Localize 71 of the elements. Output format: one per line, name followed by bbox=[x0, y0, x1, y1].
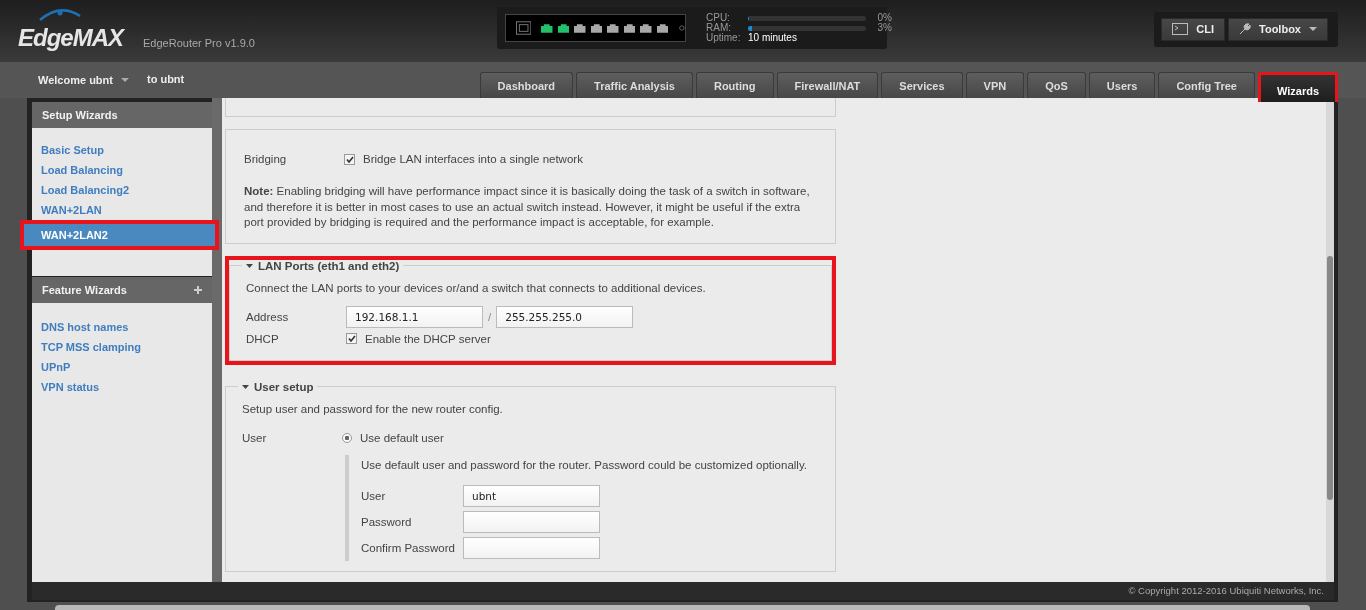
hint-text: Use default user and password for the router. Password could be customized optionally. bbox=[361, 458, 808, 471]
stat-label: RAM: bbox=[706, 23, 732, 33]
wrench-icon bbox=[1239, 23, 1252, 35]
sidebar-item[interactable]: WAN+2LAN2 bbox=[20, 220, 219, 250]
ip-field[interactable]: 192.168.1.1 bbox=[346, 305, 483, 328]
console-port-icon bbox=[516, 21, 532, 35]
nav-tab[interactable]: Routing bbox=[695, 72, 774, 98]
sidebar-title: Setup Wizards bbox=[42, 109, 118, 121]
description-text: Setup user and password for the new router config. bbox=[242, 402, 504, 415]
user-text: to ubnt bbox=[147, 73, 185, 85]
field-label: DHCP bbox=[246, 332, 280, 345]
footer-text: © Copyright 2012-2016 Ubiquiti Networks, Inc. bbox=[32, 582, 1334, 600]
nav-tab[interactable]: Traffic Analysis bbox=[576, 72, 693, 98]
section-legend[interactable]: LAN Ports (eth1 and eth2) bbox=[242, 259, 404, 272]
sidebar-item[interactable]: Load Balancing bbox=[32, 160, 212, 180]
description-text: Connect the LAN ports to your devices or/and a switch that connects to additional devices. bbox=[246, 281, 707, 294]
nav-tab[interactable]: Users bbox=[1088, 72, 1156, 98]
sidebar-item[interactable]: TCP MSS clamping bbox=[32, 337, 212, 357]
sidebar-title: Feature Wizards bbox=[42, 284, 127, 296]
scrollbar-thumb[interactable] bbox=[1327, 256, 1333, 500]
nav-tab[interactable]: Config Tree bbox=[1158, 72, 1255, 98]
sidebar-item[interactable]: WAN+2LAN bbox=[32, 200, 212, 220]
checkbox-label: Bridge LAN interfaces into a single network bbox=[363, 153, 583, 165]
plus-icon bbox=[194, 286, 202, 294]
stat-label: Uptime: bbox=[706, 33, 742, 43]
checkmark-icon bbox=[345, 155, 354, 163]
field-label: Password bbox=[361, 515, 413, 528]
product-name: EdgeRouter Pro v1.9.0 bbox=[143, 37, 255, 49]
status-led-icon bbox=[679, 25, 685, 31]
sidebar-item[interactable]: VPN status bbox=[32, 377, 212, 397]
sidebar-item[interactable]: Basic Setup bbox=[32, 140, 212, 160]
uptime-value: 10 minutes bbox=[748, 33, 797, 43]
input-field[interactable] bbox=[463, 510, 600, 533]
field-label: Bridging bbox=[244, 153, 288, 165]
sidebar-item[interactable]: UPnP bbox=[32, 357, 212, 377]
caret-down-icon bbox=[246, 262, 253, 269]
usage-reading: 3% bbox=[876, 23, 892, 33]
user-menu[interactable]: Welcome ubnt bbox=[38, 74, 129, 86]
field-label: Address bbox=[246, 310, 290, 323]
checkmark-icon bbox=[347, 335, 356, 342]
stat-label: CPU: bbox=[706, 13, 731, 23]
field-label: User bbox=[361, 489, 387, 502]
nav-tab[interactable]: Services bbox=[881, 72, 963, 98]
checkbox[interactable] bbox=[346, 333, 357, 344]
radio-button[interactable] bbox=[342, 432, 352, 443]
toolbox-button[interactable]: Toolbox bbox=[1228, 17, 1328, 41]
checkbox-label: Enable the DHCP server bbox=[365, 332, 491, 345]
netmask-field[interactable]: 255.255.255.0 bbox=[496, 305, 634, 328]
caret-icon bbox=[121, 78, 129, 82]
globe-icon bbox=[38, 7, 82, 21]
checkbox[interactable] bbox=[344, 153, 355, 165]
field-label: Confirm Password bbox=[361, 541, 456, 554]
usage-reading: 0% bbox=[876, 13, 892, 23]
sidebar-item[interactable]: DNS host names bbox=[32, 317, 212, 337]
section-legend[interactable]: User setup bbox=[238, 380, 318, 393]
nav-tab[interactable]: Firewall/NAT bbox=[776, 72, 879, 98]
nav-tab[interactable]: QoS bbox=[1027, 72, 1086, 98]
nav-tab[interactable]: Wizards bbox=[1257, 72, 1338, 102]
terminal-icon bbox=[1172, 23, 1189, 35]
cli-button[interactable]: CLI bbox=[1161, 17, 1226, 41]
note-text: Note: Enabling bridging will have performance impact since it is basically doing the task of a switch in software, and therefore it is better in most cases to use an actual switch instead. However, it might be useful if the extra port provided by bridging is required and the performance impact is acceptable, for example. bbox=[244, 184, 811, 230]
logo-text: EdgeMAX bbox=[18, 25, 123, 51]
separator-text: / bbox=[488, 310, 492, 323]
input-field[interactable] bbox=[463, 536, 600, 559]
field-label: User bbox=[242, 431, 268, 444]
nav-tab[interactable]: VPN bbox=[965, 72, 1025, 98]
nav-tab[interactable]: Dashboard bbox=[479, 72, 574, 98]
caret-down-icon bbox=[242, 383, 249, 390]
input-field[interactable]: ubnt bbox=[463, 484, 600, 507]
sidebar-item[interactable]: Load Balancing2 bbox=[32, 180, 212, 200]
radio-label: Use default user bbox=[360, 431, 444, 444]
